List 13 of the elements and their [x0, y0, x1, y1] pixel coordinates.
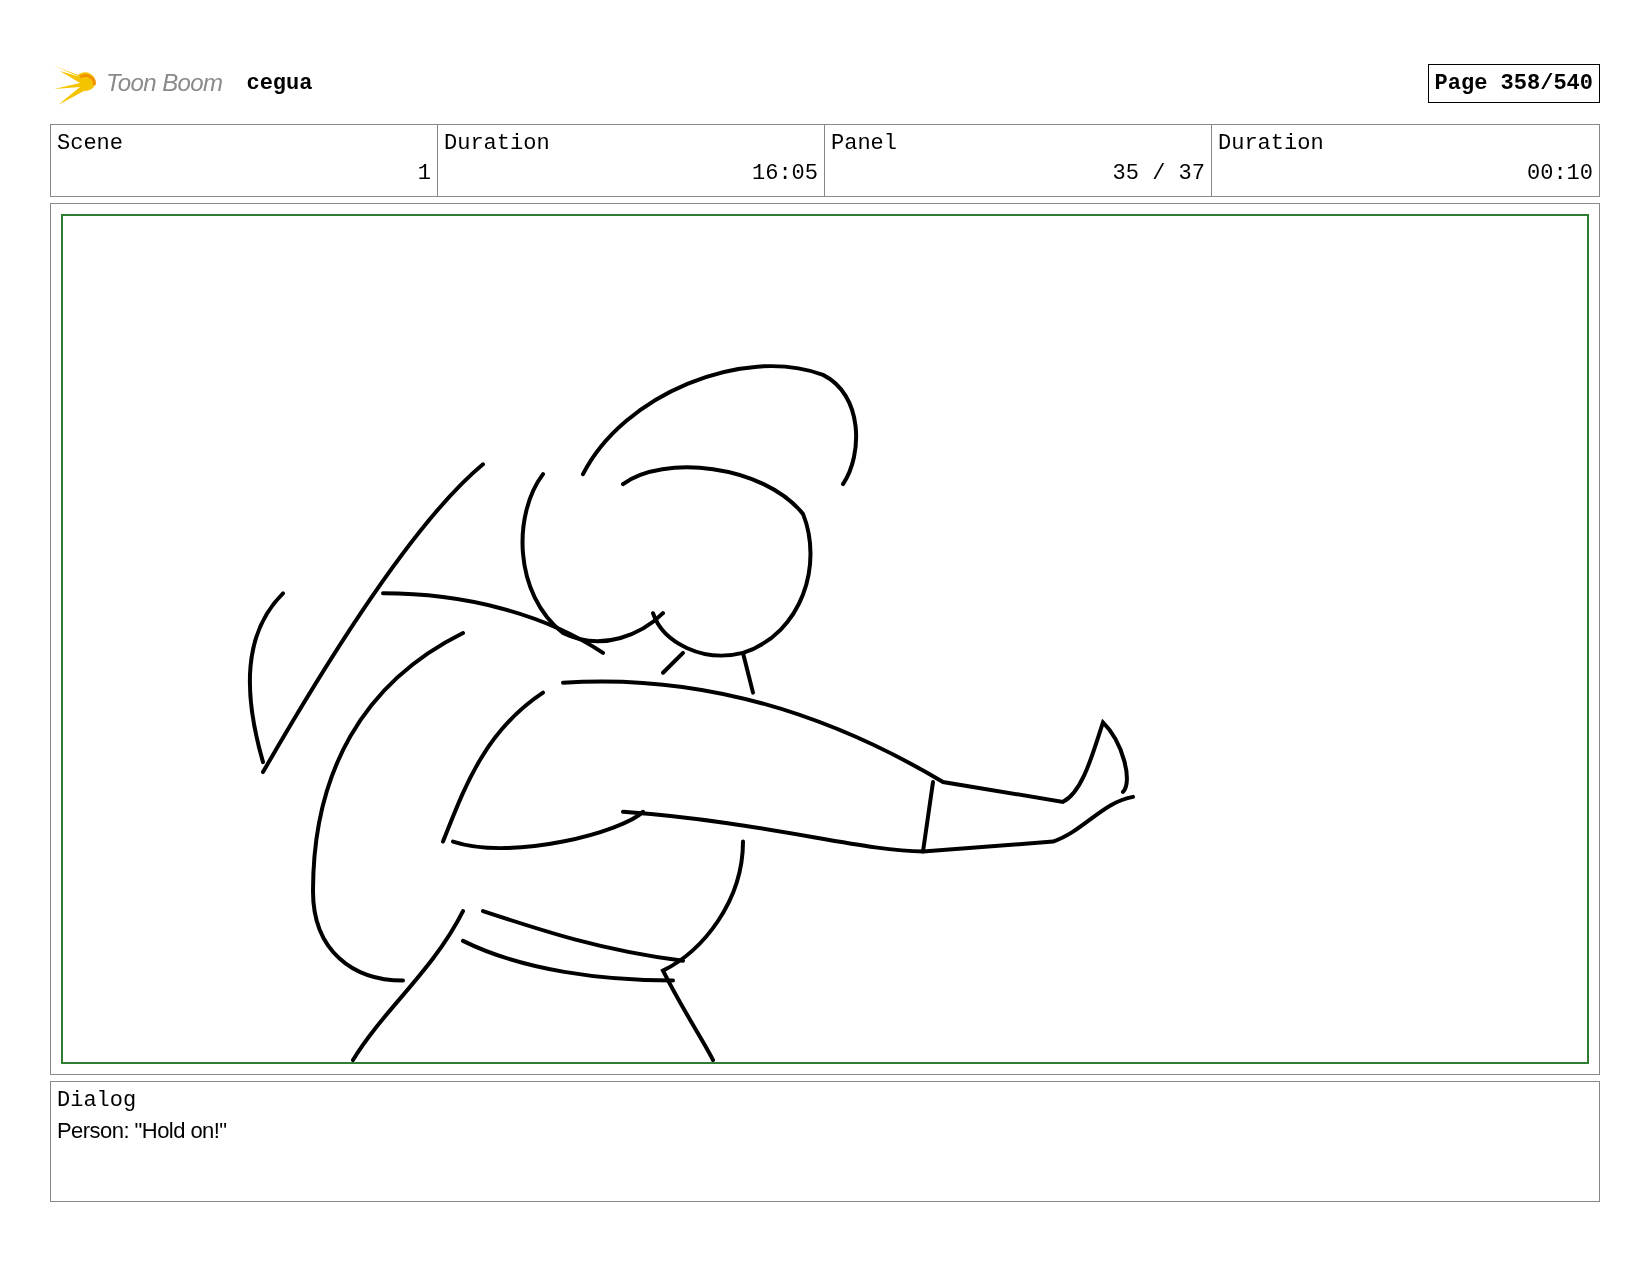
info-value: 16:05	[752, 160, 818, 188]
info-value: 35 / 37	[1112, 160, 1205, 188]
info-label: Duration	[444, 130, 550, 158]
info-value: 00:10	[1527, 160, 1593, 188]
logo-text: Toon Boom	[106, 68, 223, 98]
project-title: cegua	[246, 69, 313, 98]
page-number: Page 358/540	[1427, 63, 1600, 103]
info-label: Scene	[57, 130, 123, 158]
info-label: Panel	[831, 130, 897, 158]
info-label: Duration	[1218, 130, 1324, 158]
dialog-text: Person: "Hold on!"	[57, 1117, 227, 1145]
info-value: 1	[417, 160, 431, 188]
dialog-label: Dialog	[57, 1087, 137, 1115]
